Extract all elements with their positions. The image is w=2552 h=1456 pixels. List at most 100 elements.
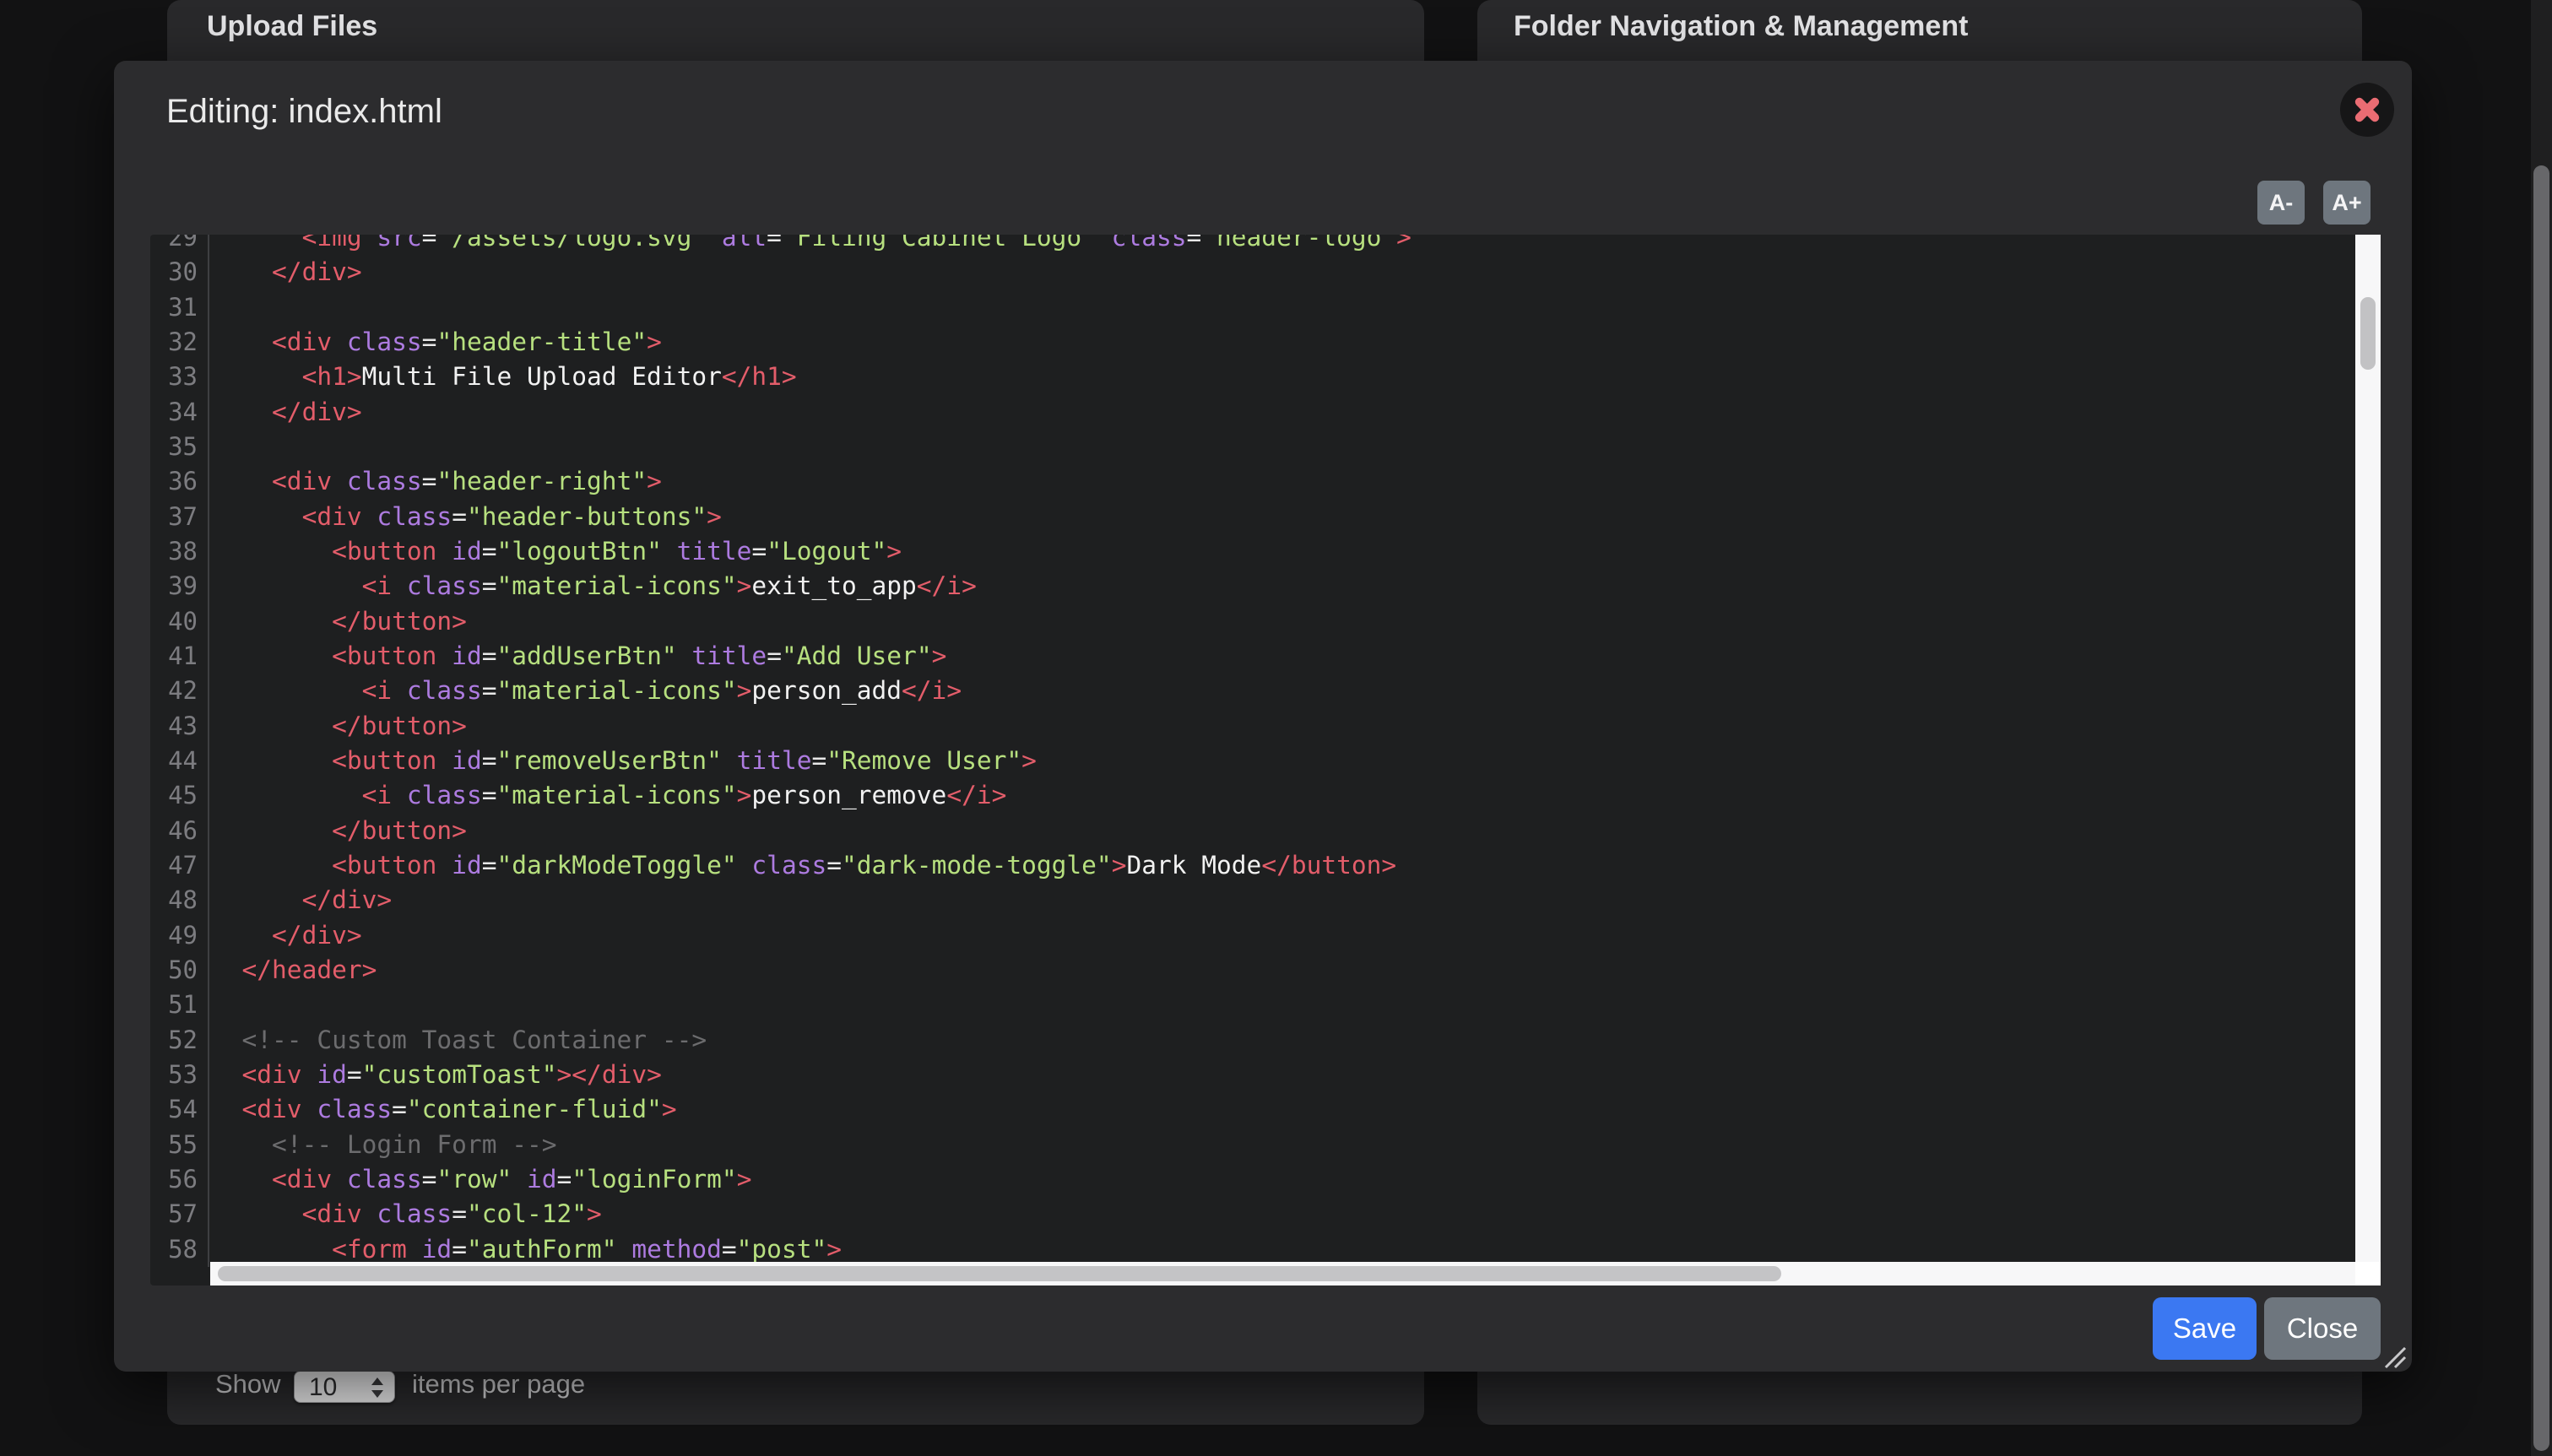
line-number: 37 [150,500,209,534]
code-text: </div> [209,395,362,430]
line-number: 48 [150,883,209,917]
code-text: </div> [209,883,392,917]
code-line: 51 [150,988,2381,1022]
line-number: 52 [150,1023,209,1058]
code-line: 37 <div class="header-buttons"> [150,500,2381,534]
code-text: <!-- Custom Toast Container --> [209,1023,707,1058]
editor-vscrollbar-thumb[interactable] [2360,297,2376,370]
code-line: 54 <div class="container-fluid"> [150,1092,2381,1127]
line-number: 43 [150,709,209,744]
code-line: 47 <button id="darkModeToggle" class="da… [150,848,2381,883]
code-line: 55 <!-- Login Form --> [150,1128,2381,1162]
line-number: 54 [150,1092,209,1127]
code-text: <div class="col-12"> [209,1197,602,1231]
code-line: 44 <button id="removeUserBtn" title="Rem… [150,744,2381,778]
code-line: 39 <i class="material-icons">exit_to_app… [150,569,2381,604]
line-number: 45 [150,778,209,813]
editor-vscrollbar-track[interactable] [2355,235,2381,1262]
resize-grip-icon[interactable] [2382,1347,2408,1369]
line-number: 38 [150,534,209,569]
page-scrollbar-track[interactable] [2531,0,2552,1456]
code-text: <button id="logoutBtn" title="Logout"> [209,534,902,569]
line-number: 42 [150,674,209,708]
code-line: 41 <button id="addUserBtn" title="Add Us… [150,639,2381,674]
font-decrease-button[interactable]: A- [2257,181,2305,225]
code-text: <h1>Multi File Upload Editor</h1> [209,360,797,394]
code-line: 57 <div class="col-12"> [150,1197,2381,1231]
line-number: 44 [150,744,209,778]
code-line: 29 <img src="/assets/logo.svg" alt="Fili… [150,235,2381,255]
edit-file-modal: Editing: index.html A- A+ 29 <img src="/… [114,61,2412,1372]
line-number: 39 [150,569,209,604]
line-number: 47 [150,848,209,883]
code-line: 33 <h1>Multi File Upload Editor</h1> [150,360,2381,394]
items-per-page-select[interactable]: 10 [294,1371,395,1403]
line-number: 51 [150,988,209,1022]
code-line: 52 <!-- Custom Toast Container --> [150,1023,2381,1058]
code-line: 49 </div> [150,918,2381,953]
code-text [209,430,212,464]
code-text: </button> [209,814,467,848]
code-line: 53 <div id="customToast"></div> [150,1058,2381,1092]
line-number: 34 [150,395,209,430]
line-number: 46 [150,814,209,848]
line-number: 57 [150,1197,209,1231]
code-line: 46 </button> [150,814,2381,848]
upload-files-title: Upload Files [207,10,377,43]
code-line: 40 </button> [150,604,2381,639]
line-number: 40 [150,604,209,639]
modal-close-icon[interactable] [2340,83,2394,137]
items-per-page-label: items per page [412,1367,585,1401]
code-text: </button> [209,604,467,639]
code-text: <i class="material-icons">person_add</i> [209,674,962,708]
line-number: 56 [150,1162,209,1197]
scrollbar-corner [2355,1262,2381,1286]
code-line: 45 <i class="material-icons">person_remo… [150,778,2381,813]
editor-hscrollbar-track[interactable] [210,1262,2355,1286]
code-text [209,988,212,1022]
line-number: 33 [150,360,209,394]
code-line: 50 </header> [150,953,2381,988]
code-lines: 29 <img src="/assets/logo.svg" alt="Fili… [150,235,2381,1267]
modal-title: Editing: index.html [166,91,442,132]
folder-navigation-title: Folder Navigation & Management [1514,10,1968,43]
code-text: <div class="header-title"> [209,325,662,360]
page-scrollbar-thumb[interactable] [2533,165,2549,1451]
code-line: 38 <button id="logoutBtn" title="Logout"… [150,534,2381,569]
code-line: 56 <div class="row" id="loginForm"> [150,1162,2381,1197]
code-editor[interactable]: 29 <img src="/assets/logo.svg" alt="Fili… [150,235,2381,1286]
code-text: <div id="customToast"></div> [209,1058,662,1092]
line-number: 32 [150,325,209,360]
code-text: <i class="material-icons">person_remove<… [209,778,1006,813]
code-text: <button id="darkModeToggle" class="dark-… [209,848,1396,883]
code-line: 32 <div class="header-title"> [150,325,2381,360]
code-text: <div class="header-right"> [209,464,662,499]
items-per-page-value: 10 [309,1373,337,1402]
line-number: 58 [150,1232,209,1267]
font-increase-button[interactable]: A+ [2323,181,2370,225]
line-number: 50 [150,953,209,988]
save-button[interactable]: Save [2153,1297,2257,1360]
code-text: <img src="/assets/logo.svg" alt="Filing … [209,235,1411,255]
code-line: 30 </div> [150,255,2381,290]
code-line: 31 [150,290,2381,325]
code-line: 42 <i class="material-icons">person_add<… [150,674,2381,708]
line-number: 30 [150,255,209,290]
code-text: <button id="addUserBtn" title="Add User"… [209,639,946,674]
select-stepper-icon [371,1377,384,1399]
line-number: 35 [150,430,209,464]
editor-hscrollbar-thumb[interactable] [218,1266,1781,1281]
code-text: <div class="header-buttons"> [209,500,722,534]
line-number: 49 [150,918,209,953]
line-number: 55 [150,1128,209,1162]
line-number: 29 [150,235,209,255]
line-number: 31 [150,290,209,325]
code-text: <button id="removeUserBtn" title="Remove… [209,744,1037,778]
code-text: </div> [209,255,362,290]
code-text: </button> [209,709,467,744]
show-label: Show [215,1367,281,1401]
close-button[interactable]: Close [2264,1297,2381,1360]
line-number: 36 [150,464,209,499]
app-root: Upload Files Folder Navigation & Managem… [0,0,2552,1456]
code-line: 43 </button> [150,709,2381,744]
